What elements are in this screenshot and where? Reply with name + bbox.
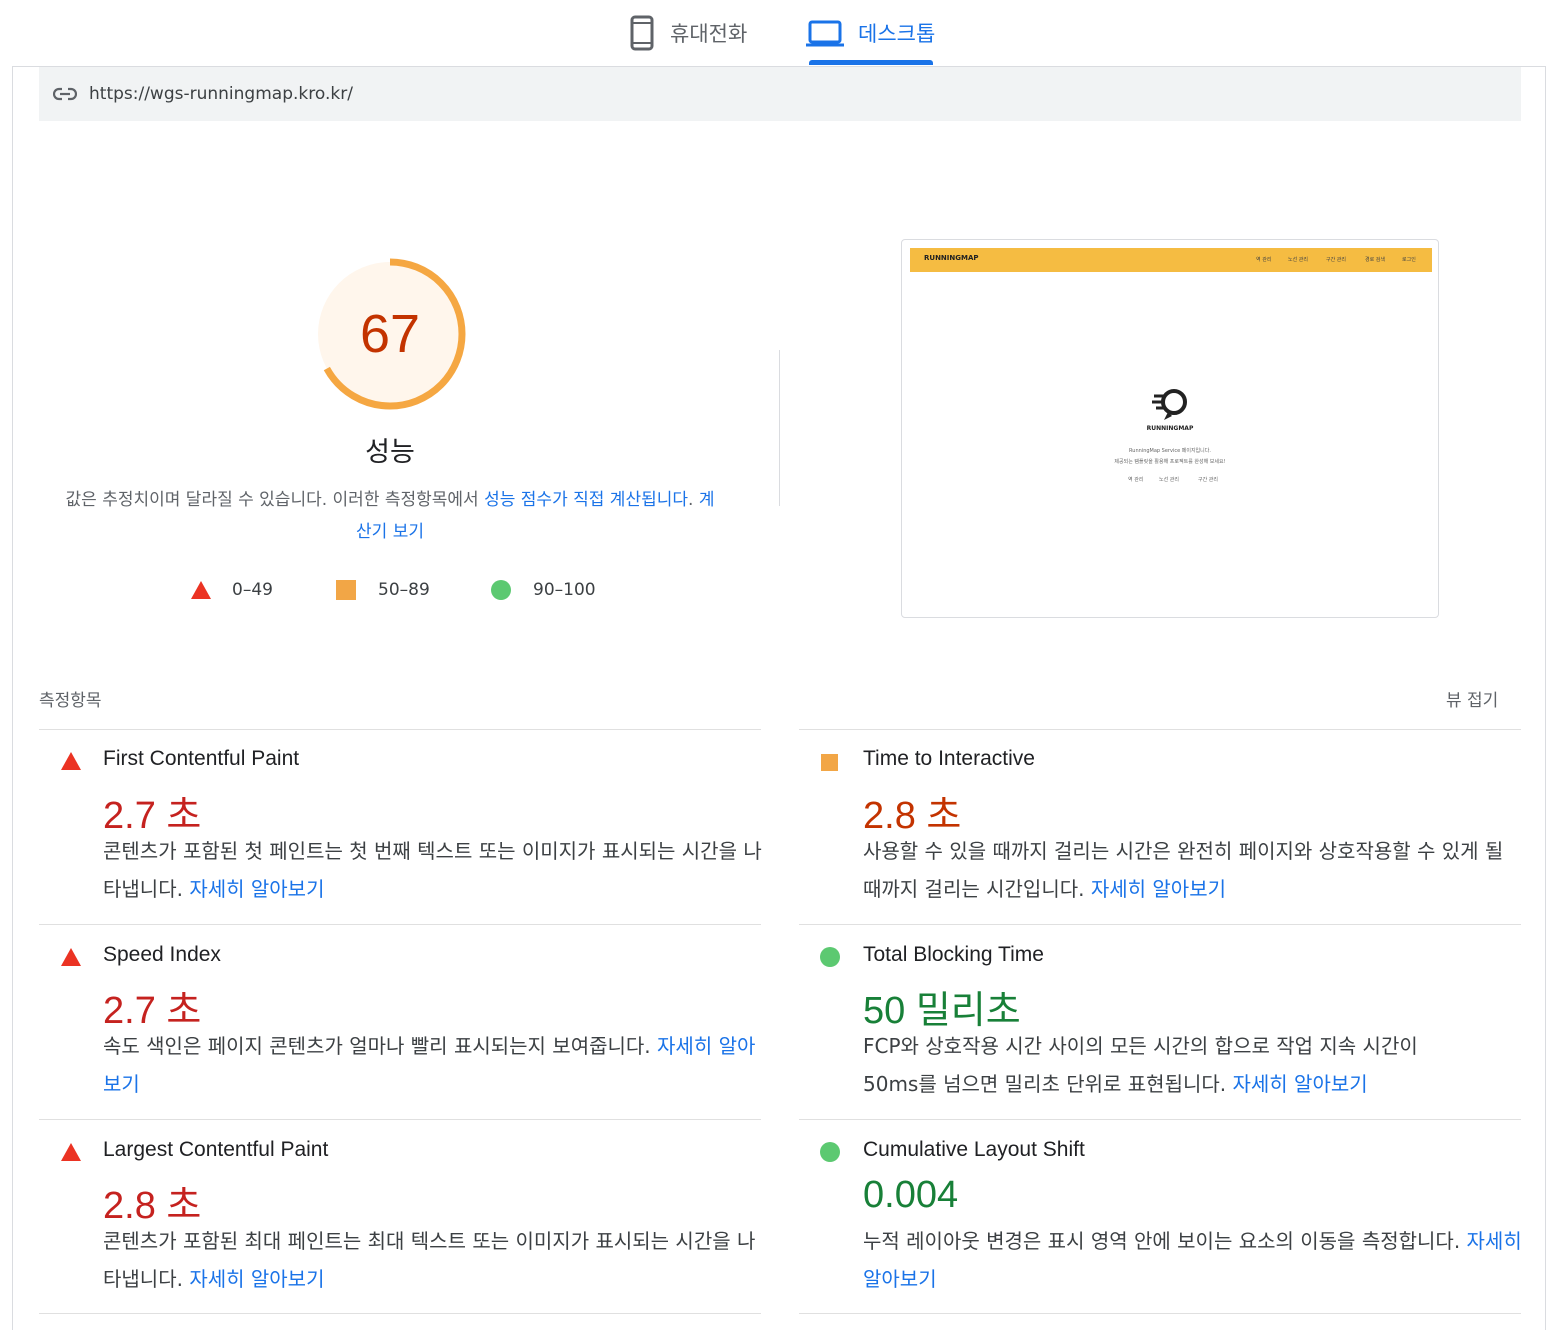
legend-average-label: 50–89: [378, 580, 430, 600]
metric-divider: [39, 729, 761, 730]
tested-url[interactable]: https://wgs-runningmap.kro.kr/: [89, 84, 353, 104]
smartphone-icon: [630, 15, 654, 51]
thumb-nav-item: 경로 검색: [1365, 257, 1385, 263]
learn-more-link[interactable]: 자세히 알아보기: [1233, 1072, 1368, 1096]
tab-mobile[interactable]: 휴대전화: [628, 0, 747, 66]
thumb-header-bar: RUNNINGMAP 역 관리 노선 관리 구간 관리 경로 검색 로그인: [910, 248, 1432, 272]
metric-desc-text: 누적 레이아웃 변경은 표시 영역 안에 보이는 요소의 이동을 측정합니다.: [863, 1229, 1467, 1253]
metric-value-tbt: 50 밀리초: [863, 990, 1021, 1032]
metric-divider: [799, 924, 1521, 925]
performance-score: 67: [359, 304, 421, 364]
metrics-title: 측정항목: [39, 691, 102, 711]
metric-desc-tti: 사용할 수 있을 때까지 걸리는 시간은 완전히 페이지와 상호작용할 수 있게…: [863, 832, 1523, 908]
thumb-nav-item: 로그인: [1402, 257, 1416, 263]
description-separator: .: [688, 490, 699, 510]
metric-name-fcp: First Contentful Paint: [103, 747, 300, 770]
metric-value-tti: 2.8 초: [863, 795, 962, 837]
frame-border-left: [12, 66, 13, 1330]
legend-pass: 90–100: [491, 580, 596, 600]
green-circle-icon: [820, 1142, 840, 1162]
legend-pass-label: 90–100: [533, 580, 596, 600]
learn-more-link[interactable]: 자세히 알아보기: [1091, 877, 1226, 901]
description-text: 값은 추정치이며 달라질 수 있습니다. 이러한 측정항목에서: [65, 490, 485, 510]
legend-average: 50–89: [336, 580, 430, 600]
learn-more-link[interactable]: 자세히 알아보기: [189, 877, 324, 901]
metric-divider: [39, 1119, 761, 1120]
metric-divider: [799, 1119, 1521, 1120]
final-screenshot: RUNNINGMAP 역 관리 노선 관리 구간 관리 경로 검색 로그인 RU…: [901, 239, 1439, 618]
metric-desc-text: 속도 색인은 페이지 콘텐츠가 얼마나 빨리 표시되는지 보여줍니다.: [103, 1034, 658, 1058]
learn-more-link[interactable]: 자세히 알아보기: [189, 1267, 324, 1291]
metric-desc-tbt: FCP와 상호작용 시간 사이의 모든 시간의 합으로 작업 지속 시간이 50…: [863, 1027, 1463, 1103]
thumb-nav-item: 노선 관리: [1288, 257, 1308, 263]
orange-square-icon: [821, 754, 838, 771]
device-tabs: 휴대전화 데스크톱: [0, 0, 1552, 66]
vertical-divider: [779, 350, 780, 506]
metric-name-tti: Time to Interactive: [863, 747, 1035, 770]
active-tab-indicator: [809, 60, 933, 65]
tab-mobile-label: 휴대전화: [670, 22, 748, 46]
thumb-link: 구간 관리: [1198, 477, 1218, 483]
metric-value-cls: 0.004: [863, 1174, 959, 1216]
metric-value-fcp: 2.7 초: [103, 795, 202, 837]
red-triangle-icon: [61, 948, 81, 966]
thumb-text: 제공되는 템플릿을 활용해 프로젝트를 완성해 보세요!: [1114, 459, 1226, 465]
metric-divider: [799, 1313, 1521, 1314]
performance-gauge: 67: [312, 256, 468, 412]
thumb-nav-item: 역 관리: [1256, 257, 1272, 263]
performance-description: 값은 추정치이며 달라질 수 있습니다. 이러한 측정항목에서 성능 점수가 직…: [62, 484, 718, 548]
metric-desc-lcp: 콘텐츠가 포함된 최대 페인트는 최대 텍스트 또는 이미지가 표시되는 시간을…: [103, 1222, 763, 1298]
metric-name-lcp: Largest Contentful Paint: [103, 1138, 329, 1161]
legend-fail: 0–49: [190, 580, 273, 600]
red-triangle-icon: [61, 1143, 81, 1161]
metric-divider: [39, 1313, 761, 1314]
metric-name-tbt: Total Blocking Time: [863, 943, 1044, 966]
thumb-link: 역 관리: [1128, 477, 1144, 483]
collapse-view-toggle[interactable]: 뷰 접기: [1446, 686, 1498, 711]
metric-name-speed-index: Speed Index: [103, 943, 221, 966]
metric-desc-speed-index: 속도 색인은 페이지 콘텐츠가 얼마나 빨리 표시되는지 보여줍니다. 자세히 …: [103, 1027, 763, 1103]
metric-value-lcp: 2.8 초: [103, 1185, 202, 1227]
green-circle-icon: [491, 580, 511, 600]
metric-desc-fcp: 콘텐츠가 포함된 첫 페인트는 첫 번째 텍스트 또는 이미지가 표시되는 시간…: [103, 832, 763, 908]
runningmap-logo-icon: [1152, 389, 1187, 420]
red-triangle-icon: [61, 752, 81, 770]
legend-fail-label: 0–49: [232, 580, 273, 600]
thumb-title: RUNNINGMAP: [1146, 425, 1194, 432]
thumb-nav-item: 구간 관리: [1326, 257, 1346, 263]
metric-divider: [799, 729, 1521, 730]
orange-square-icon: [336, 580, 356, 600]
thumb-link: 노선 관리: [1159, 477, 1179, 483]
performance-label: 성능: [365, 437, 415, 468]
thumb-brand: RUNNINGMAP: [924, 254, 979, 262]
metric-value-speed-index: 2.7 초: [103, 990, 202, 1032]
metric-desc-cls: 누적 레이아웃 변경은 표시 영역 안에 보이는 요소의 이동을 측정합니다. …: [863, 1222, 1523, 1298]
red-triangle-icon: [191, 581, 211, 599]
metric-name-cls: Cumulative Layout Shift: [863, 1138, 1085, 1161]
frame-border-right: [1545, 66, 1546, 1330]
score-calculation-link[interactable]: 성능 점수가 직접 계산됩니다: [484, 490, 688, 510]
tab-desktop-label: 데스크톱: [858, 22, 936, 46]
metric-divider: [39, 924, 761, 925]
link-icon: [53, 87, 77, 101]
green-circle-icon: [820, 947, 840, 967]
thumb-text: RunningMap Service 페이지입니다.: [1129, 448, 1211, 454]
tab-desktop[interactable]: 데스크톱: [806, 0, 935, 66]
laptop-icon: [806, 20, 844, 47]
url-bar: https://wgs-runningmap.kro.kr/: [39, 67, 1521, 121]
